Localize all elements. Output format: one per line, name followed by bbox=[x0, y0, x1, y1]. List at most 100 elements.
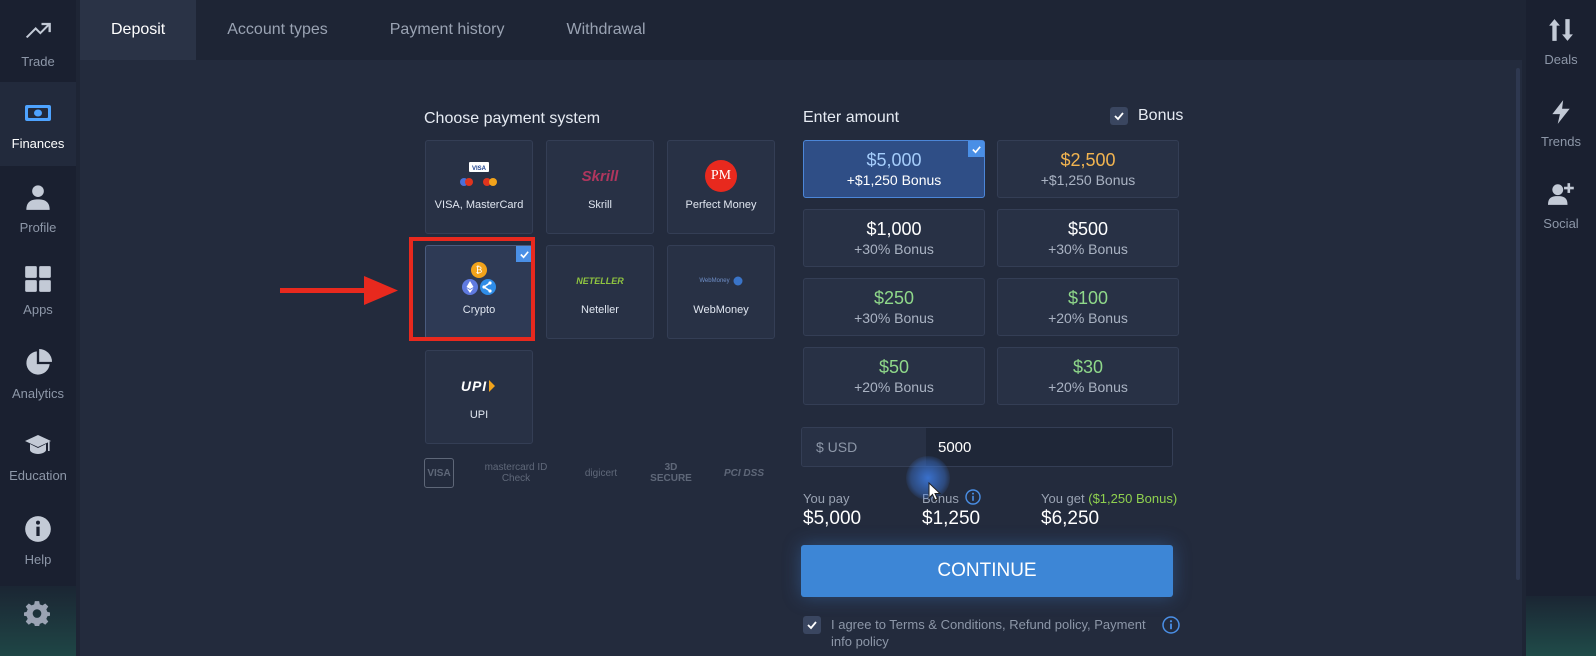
nav-label: Analytics bbox=[11, 385, 65, 401]
currency-select[interactable]: $ USD bbox=[802, 428, 926, 466]
amount-option[interactable]: $5,000 +$1,250 Bonus bbox=[803, 140, 985, 198]
neteller-logo: NETELLER bbox=[547, 264, 653, 298]
nav-label: Trade bbox=[21, 53, 55, 69]
payment-method-upi[interactable]: UPI UPI bbox=[425, 350, 533, 444]
amount-option[interactable]: $2,500 +$1,250 Bonus bbox=[997, 140, 1179, 198]
3d-secure-badge: 3D SECURE bbox=[650, 462, 692, 484]
tab-withdrawal[interactable]: Withdrawal bbox=[535, 0, 676, 60]
terms-agreement: I agree to Terms & Conditions, Refund po… bbox=[803, 616, 1163, 650]
amount-value: $5,000 bbox=[866, 150, 922, 170]
user-icon bbox=[23, 182, 53, 212]
you-pay-value: $5,000 bbox=[803, 508, 862, 529]
nav-education[interactable]: Education bbox=[0, 414, 76, 498]
amount-option[interactable]: $1,000 +30% Bonus bbox=[803, 209, 985, 267]
payment-method-skrill[interactable]: Skrill Skrill bbox=[546, 140, 654, 234]
amount-input[interactable] bbox=[926, 428, 1172, 466]
nav-social[interactable]: Social bbox=[1526, 164, 1596, 246]
sort-arrows-icon bbox=[1547, 16, 1575, 44]
continue-button[interactable]: CONTINUE bbox=[801, 545, 1173, 597]
tab-payment-history[interactable]: Payment history bbox=[359, 0, 536, 60]
amount-bonus: +20% Bonus bbox=[1048, 310, 1128, 326]
payment-method-visa-mastercard[interactable]: VISA VISA, MasterCard bbox=[425, 140, 533, 234]
info-icon bbox=[23, 514, 53, 544]
nav-profile[interactable]: Profile bbox=[0, 166, 76, 250]
nav-label: Social bbox=[1543, 215, 1579, 231]
grid-icon bbox=[23, 264, 53, 294]
nav-finances[interactable]: Finances bbox=[0, 82, 76, 166]
amount-value: $250 bbox=[873, 288, 915, 308]
graduation-cap-icon bbox=[23, 430, 53, 460]
nav-label: Education bbox=[9, 467, 67, 483]
mouse-cursor bbox=[906, 456, 950, 501]
nav-trade[interactable]: Trade bbox=[0, 0, 76, 84]
payment-method-name: Crypto bbox=[462, 304, 496, 316]
tab-account-types[interactable]: Account types bbox=[196, 0, 359, 60]
nav-apps[interactable]: Apps bbox=[0, 248, 76, 332]
upi-logo: UPI bbox=[426, 369, 532, 403]
tab-deposit[interactable]: Deposit bbox=[80, 0, 197, 60]
payment-method-webmoney[interactable]: WebMoney WebMoney bbox=[667, 245, 775, 339]
info-icon[interactable] bbox=[965, 489, 981, 510]
payment-method-name: VISA, MasterCard bbox=[434, 199, 524, 211]
amount-value: $500 bbox=[1067, 219, 1109, 239]
gear-icon bbox=[24, 601, 50, 626]
nav-deals[interactable]: Deals bbox=[1526, 0, 1596, 82]
nav-label: Help bbox=[24, 551, 52, 567]
perfect-money-logo: PM bbox=[668, 159, 774, 193]
amount-option[interactable]: $30 +20% Bonus bbox=[997, 347, 1179, 405]
amount-value: $2,500 bbox=[1060, 150, 1116, 170]
amount-value: $50 bbox=[878, 357, 910, 377]
decorative-glow bbox=[1526, 596, 1596, 656]
payment-method-crypto[interactable]: ₿ Crypto bbox=[425, 245, 533, 339]
scrollbar[interactable] bbox=[1516, 68, 1520, 580]
payment-method-name: Perfect Money bbox=[685, 199, 757, 211]
payment-method-name: Skrill bbox=[588, 199, 612, 211]
svg-text:₿: ₿ bbox=[476, 265, 483, 276]
payment-method-perfect-money[interactable]: PM Perfect Money bbox=[667, 140, 775, 234]
nav-label: Finances bbox=[11, 135, 65, 151]
settings-button[interactable] bbox=[20, 596, 54, 630]
nav-label: Deals bbox=[1544, 51, 1578, 67]
trend-up-icon bbox=[23, 16, 53, 46]
bonus-summary-value: $1,250 bbox=[922, 508, 981, 529]
nav-trends[interactable]: Trends bbox=[1526, 82, 1596, 164]
amount-bonus: +20% Bonus bbox=[854, 379, 934, 395]
terms-info-icon[interactable] bbox=[1162, 616, 1180, 639]
bonus-label: Bonus bbox=[1138, 107, 1184, 124]
terms-text[interactable]: I agree to Terms & Conditions, Refund po… bbox=[831, 616, 1163, 650]
amount-option[interactable]: $500 +30% Bonus bbox=[997, 209, 1179, 267]
bonus-checkbox[interactable]: Bonus bbox=[1110, 107, 1183, 125]
amount-option[interactable]: $250 +30% Bonus bbox=[803, 278, 985, 336]
pm-logo-text: PM bbox=[710, 168, 732, 183]
selected-check-icon bbox=[516, 246, 532, 262]
you-pay-label: You pay bbox=[803, 491, 850, 506]
visa-mastercard-logo: VISA bbox=[426, 159, 532, 193]
crypto-coins-icon: ₿ bbox=[426, 262, 532, 296]
add-user-icon bbox=[1547, 180, 1575, 208]
webmoney-logo-text: WebMoney bbox=[699, 278, 730, 284]
nav-analytics[interactable]: Analytics bbox=[0, 332, 76, 416]
selected-check-icon bbox=[968, 141, 984, 157]
payment-method-neteller[interactable]: NETELLER Neteller bbox=[546, 245, 654, 339]
payment-method-name: Neteller bbox=[581, 304, 619, 316]
wallet-icon bbox=[23, 98, 53, 128]
payment-section-title: Choose payment system bbox=[424, 110, 601, 127]
tab-bar: Deposit Account types Payment history Wi… bbox=[80, 0, 1522, 60]
nav-help[interactable]: Help bbox=[0, 498, 76, 582]
amount-option[interactable]: $100 +20% Bonus bbox=[997, 278, 1179, 336]
nav-label: Apps bbox=[23, 301, 53, 317]
terms-checkbox[interactable] bbox=[803, 616, 821, 634]
you-get-value: $6,250 bbox=[1041, 508, 1100, 529]
amount-bonus: +30% Bonus bbox=[854, 310, 934, 326]
you-get-label: You get ($1,250 Bonus) bbox=[1041, 491, 1178, 506]
webmoney-logo: WebMoney bbox=[668, 264, 774, 298]
visa-badge: VISA bbox=[424, 458, 454, 488]
amount-bonus: +$1,250 Bonus bbox=[846, 172, 942, 188]
right-sidebar: Deals Trends Social bbox=[1526, 0, 1596, 656]
checkbox-checked-icon bbox=[1110, 107, 1128, 125]
neteller-logo-text: NETELLER bbox=[576, 276, 624, 286]
skrill-logo-text: Skrill bbox=[581, 167, 619, 185]
pointer-icon bbox=[928, 482, 942, 501]
trust-badges: VISA mastercard ID Check digicert 3D SEC… bbox=[424, 458, 770, 488]
amount-option[interactable]: $50 +20% Bonus bbox=[803, 347, 985, 405]
